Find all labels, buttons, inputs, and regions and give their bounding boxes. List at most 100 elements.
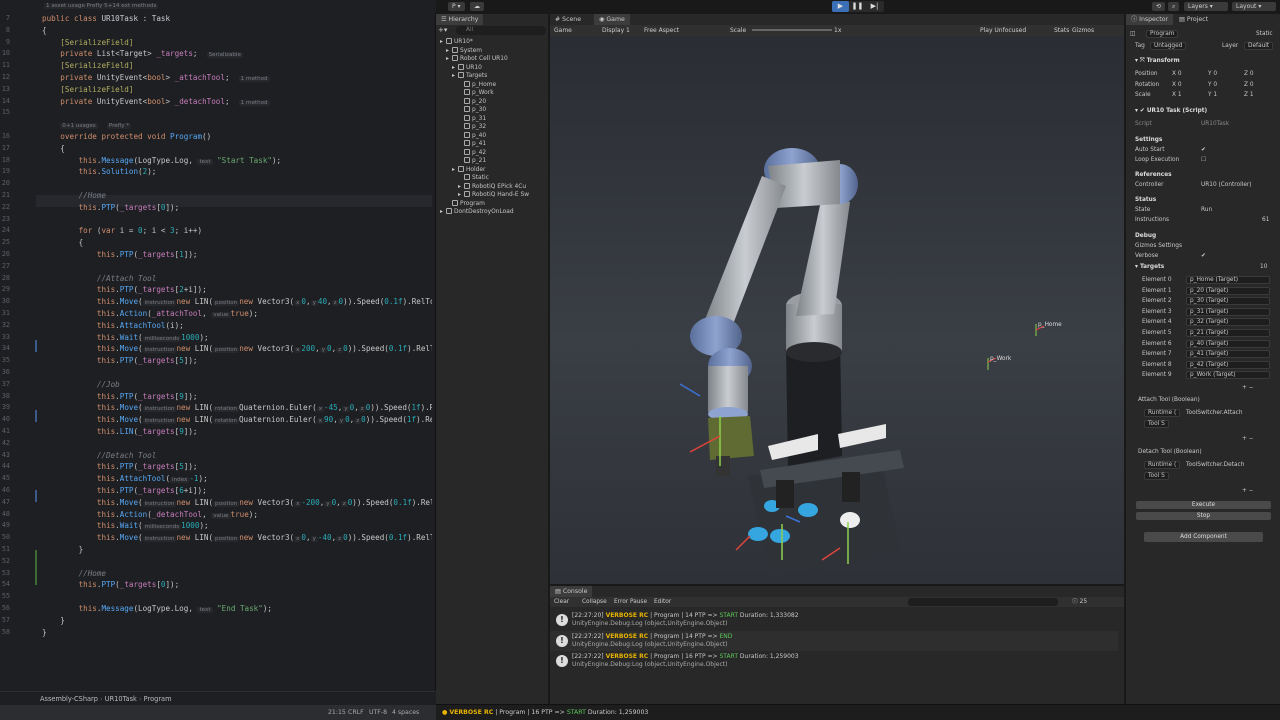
breadcrumb-item[interactable]: UR10Task [105,695,137,703]
code-line[interactable]: //Job [42,379,120,391]
target-element[interactable]: Element 2 p_30 (Target) [1126,296,1280,306]
play-icon[interactable]: ▶ [832,1,849,12]
targets-list-header[interactable]: ▾ Targets 10 [1126,262,1280,272]
list-add-remove[interactable]: + − [1126,383,1280,393]
hierarchy-item[interactable]: p_32 [458,123,486,132]
tab-project[interactable]: ▤ Project [1174,14,1213,25]
code-line[interactable]: this.PTP(_targets[9]); [42,391,198,403]
hierarchy-item[interactable]: Static [458,174,489,183]
transform-row[interactable]: Position X 0 Y 0 Z 0 [1126,69,1280,79]
code-line[interactable]: this.Move(instruction new LIN(rotation Qua… [42,402,432,414]
hierarchy-search[interactable]: All [456,26,546,35]
hierarchy-item[interactable]: p_Work [458,89,494,98]
code-area[interactable]: public class UR10Task : Task{ [Serialize… [42,13,432,693]
code-line[interactable]: this.AttachTool(index -1); [42,473,208,485]
verbose-toggle[interactable]: Verbose ✔ [1126,251,1280,261]
hierarchy-item[interactable]: ▸ System [446,46,482,56]
code-line[interactable]: [SerializeField] [42,60,133,72]
breadcrumb-item[interactable]: Assembly-CSharp [40,695,98,703]
add-icon[interactable]: +▾ [438,26,448,35]
hierarchy-item[interactable]: ▸ RobotiQ EPick 4Cu [458,182,526,192]
code-line[interactable]: override protected void Program() [42,131,211,143]
tab-scene[interactable]: # Scene [550,14,587,25]
hierarchy-item[interactable]: ▸ RobotiQ Hand-E Sw [458,191,529,200]
collapse-button[interactable]: Collapse [582,597,607,607]
code-line[interactable]: for (var i = 0; i < 3; i++) [42,225,202,237]
target-element[interactable]: Element 8 p_42 (Target) [1126,360,1280,370]
tag-dropdown[interactable]: Untagged [1150,42,1187,50]
hierarchy-item[interactable]: ▸ UR10 [452,63,482,73]
attach-tool-listener[interactable]: Runtime (ToolSwitcher.Attach [1126,408,1280,418]
script-component-header[interactable]: ▾ ✔ UR10 Task (Script) [1126,106,1280,116]
code-line[interactable]: this.Message(LogType.Log, text "End Task… [42,603,272,615]
code-line[interactable]: this.Message(LogType.Log, text "Start Ta… [42,155,281,167]
code-line[interactable]: public class UR10Task : Task [42,13,170,25]
display-dropdown[interactable]: Game [554,25,572,36]
hierarchy-item[interactable]: p_31 [458,114,486,124]
code-line[interactable]: this.Move(instruction new LIN(position new… [42,343,432,355]
log-count[interactable]: ⓘ 25 [1072,597,1087,607]
tab-console[interactable]: ▤ Console [550,586,593,597]
hierarchy-item[interactable]: p_41 [458,140,486,149]
account-button[interactable]: P ▾ [448,2,465,11]
display-number[interactable]: Display 1 [602,25,630,36]
hierarchy-item[interactable]: ▸ Robot Cell UR10 [446,55,508,64]
code-line[interactable]: { [42,25,47,37]
code-line[interactable]: this.Action(_detachTool, value true); [42,509,258,521]
target-element[interactable]: Element 9 p_Work (Target) [1126,370,1280,380]
target-element[interactable]: Element 5 p_21 (Target) [1126,328,1280,338]
layers-dropdown[interactable]: Layers ▾ [1184,2,1228,11]
pause-icon[interactable]: ❚❚ [849,1,866,12]
layout-dropdown[interactable]: Layout ▾ [1232,2,1276,11]
detach-tool-object[interactable]: Tool S [1126,471,1280,481]
code-line[interactable]: } [42,615,65,627]
code-line[interactable]: } [42,627,47,639]
transform-row[interactable]: Rotation X 0 Y 0 Z 0 [1126,80,1280,90]
code-line[interactable]: this.AttachTool(i); [42,320,184,332]
controller-field[interactable]: Controller UR10 (Controller) [1126,180,1280,190]
search-icon[interactable]: ⌕ [1168,2,1180,11]
code-editor[interactable]: 1 asset usage Prefly 5+14 ext methods 7 8… [0,0,436,720]
code-line[interactable]: } [42,544,84,556]
code-line[interactable]: private UnityEvent<bool> _detachTool; 1 … [42,96,270,108]
code-line[interactable]: //Home [42,190,106,202]
hierarchy-item[interactable]: Program [446,199,485,209]
execute-button[interactable]: Execute [1136,501,1271,509]
state-field[interactable]: State Run [1126,205,1280,215]
target-element[interactable]: Element 7 p_41 (Target) [1126,349,1280,359]
loop-execution-toggle[interactable]: Loop Execution ☐ [1126,155,1280,165]
attach-tool-object[interactable]: Tool S [1126,419,1280,429]
code-line[interactable]: 0+1 usages Prefly * [42,119,132,131]
code-line[interactable]: this.Move(instruction new LIN(position new… [42,296,432,308]
tab-inspector[interactable]: ⓘ Inspector [1126,14,1174,25]
transform-row[interactable]: Scale X 1 Y 1 Z 1 [1126,90,1280,100]
console-search[interactable] [908,598,1058,606]
code-line[interactable]: this.PTP(_targets[0]); [42,202,180,214]
target-element[interactable]: Element 0 p_Home (Target) [1126,275,1280,285]
target-element[interactable]: Element 4 p_32 (Target) [1126,317,1280,327]
code-line[interactable]: this.Solution(2); [42,166,157,178]
game-view[interactable]: # Scene ◉ Game Game Display 1 Free Aspec… [550,14,1124,584]
transform-header[interactable]: ▾ ⤧ Transform [1126,56,1280,66]
target-element[interactable]: Element 6 p_40 (Target) [1126,339,1280,349]
code-line[interactable]: //Attach Tool [42,273,156,285]
add-component-button[interactable]: Add Component [1144,532,1263,542]
gizmos-button[interactable]: Gizmos [1072,25,1094,36]
code-line[interactable]: //Detach Tool [42,450,156,462]
code-line[interactable]: { [42,143,65,155]
hierarchy-item[interactable]: p_21 [458,157,486,166]
code-line[interactable]: { [42,237,84,249]
history-icon[interactable]: ⟲ [1152,2,1166,11]
code-line[interactable]: this.Action(_attachTool, value true); [42,308,258,320]
clear-button[interactable]: Clear [554,597,569,607]
tab-hierarchy[interactable]: ☰ Hierarchy [436,14,484,25]
auto-start-toggle[interactable]: Auto Start ✔ [1126,145,1280,155]
code-line[interactable]: this.Wait(milliseconds 1000); [42,520,209,532]
code-line[interactable]: this.Wait(milliseconds 1000); [42,332,209,344]
hierarchy-item[interactable]: ▸ DontDestroyOnLoad [440,208,514,217]
code-line[interactable]: this.PTP(_targets[2+i]); [42,284,207,296]
hierarchy-item[interactable]: ▸ Targets [452,72,487,81]
console-log-row[interactable]: ! [22:27:22] VERBOSE RC | Program | 16 P… [550,651,1118,671]
code-line[interactable]: this.Move(instruction new LIN(position new… [42,532,432,544]
tab-game[interactable]: ◉ Game [594,14,630,25]
